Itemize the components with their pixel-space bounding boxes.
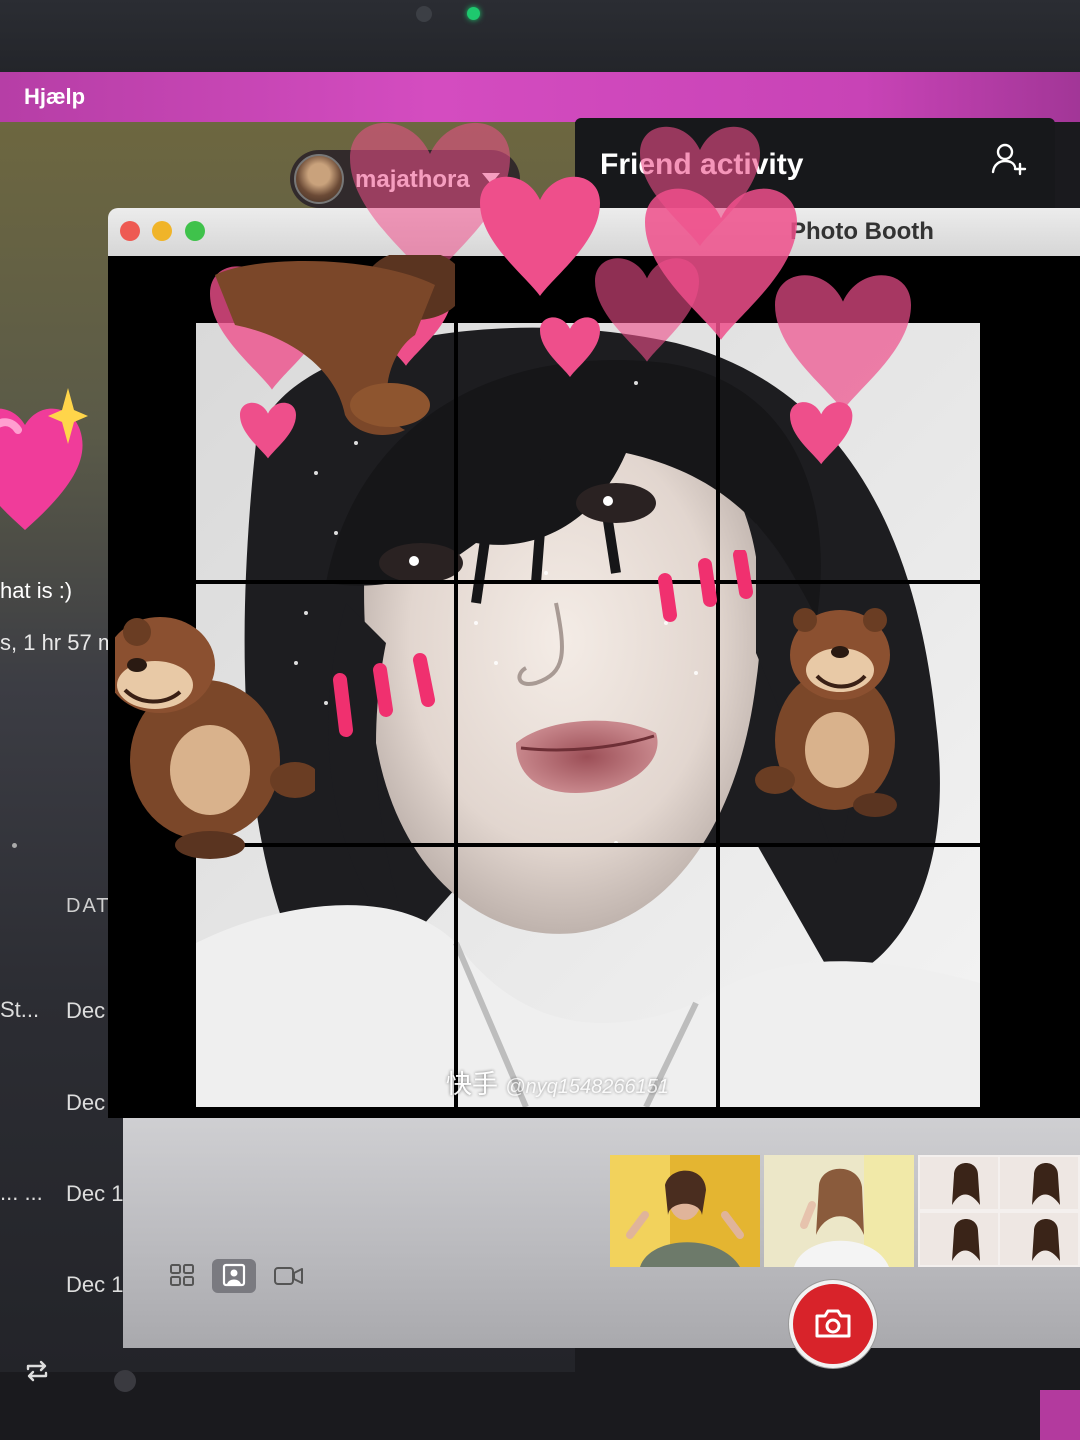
photo-thumbnail[interactable] bbox=[610, 1155, 760, 1267]
photo-thumbnail[interactable] bbox=[764, 1155, 914, 1267]
spotify-menubar: Hjælp bbox=[0, 72, 1080, 122]
blush-sticker bbox=[333, 550, 753, 737]
bear-sticker bbox=[215, 255, 455, 435]
bear-sticker bbox=[115, 617, 315, 859]
close-button[interactable] bbox=[120, 221, 140, 241]
bear-sticker bbox=[755, 608, 897, 817]
track-date: Dec 1 bbox=[66, 1181, 124, 1206]
single-view-icon[interactable] bbox=[212, 1259, 256, 1293]
track-title[interactable]: St... bbox=[0, 997, 39, 1023]
video-icon[interactable] bbox=[266, 1259, 310, 1293]
desktop-edge bbox=[1040, 1390, 1080, 1440]
camera-indicator-light bbox=[467, 7, 480, 20]
watermark: 快手 @nyq1548266151 bbox=[446, 1064, 669, 1101]
track-date: Dec 1 bbox=[66, 1272, 124, 1297]
divider-dot bbox=[12, 843, 17, 848]
photo-strip-thumbnail[interactable] bbox=[918, 1155, 1080, 1267]
monitor-bezel bbox=[0, 0, 1080, 72]
playlist-description: hat is :) bbox=[0, 578, 73, 603]
repeat-icon[interactable] bbox=[24, 1360, 50, 1382]
playlist-meta: s, 1 hr 57 mi bbox=[0, 630, 122, 655]
camera-icon bbox=[815, 1309, 851, 1338]
add-friend-icon[interactable] bbox=[990, 140, 1028, 178]
minimize-button[interactable] bbox=[152, 221, 172, 241]
take-photo-button[interactable] bbox=[789, 1280, 877, 1368]
grid-view-icon[interactable] bbox=[160, 1259, 204, 1293]
menu-help[interactable]: Hjælp bbox=[24, 84, 85, 110]
track-title[interactable]: ... ... bbox=[0, 1180, 43, 1206]
camera-lens bbox=[416, 6, 432, 22]
watermark-user-id: @nyq1548266151 bbox=[505, 1076, 670, 1098]
player-button[interactable] bbox=[114, 1370, 136, 1392]
watermark-logo-text: 快手 bbox=[446, 1069, 499, 1099]
sparkling-heart-icon bbox=[0, 388, 88, 530]
